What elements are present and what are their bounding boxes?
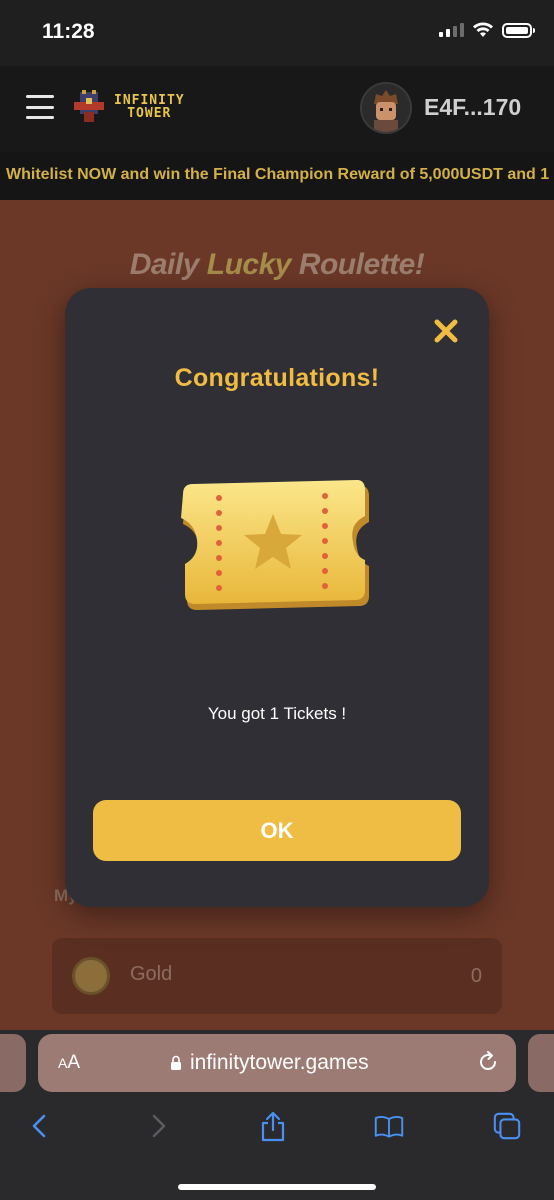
ok-button[interactable]: OK [93, 800, 461, 861]
logo-line2: TOWER [127, 106, 172, 121]
menu-icon[interactable] [26, 93, 54, 121]
site-logo[interactable]: INFINITY TOWER [70, 88, 185, 126]
gold-balance-row: Gold 0 [52, 938, 502, 1014]
reward-modal: Congratulations! You got 1 Tickets ! OK [65, 288, 489, 907]
aa-small: A [58, 1055, 68, 1071]
gold-coin-icon [72, 957, 110, 995]
ticker-text: Whitelist NOW and win the Final Champion… [6, 166, 550, 183]
lock-icon [171, 1055, 181, 1070]
modal-title: Congratulations! [174, 364, 380, 392]
title-part-daily: Daily [129, 248, 207, 281]
home-indicator[interactable] [178, 1184, 376, 1190]
back-icon[interactable] [24, 1110, 54, 1142]
reader-settings-button[interactable]: AA [58, 1052, 80, 1074]
close-icon[interactable] [433, 318, 459, 344]
wifi-icon [473, 22, 493, 37]
share-icon[interactable] [258, 1110, 288, 1142]
avatar-character-icon [362, 84, 410, 132]
battery-icon [502, 22, 535, 38]
status-icons [439, 22, 535, 38]
title-part-lucky: Lucky [206, 248, 292, 281]
forward-icon[interactable] [144, 1110, 174, 1142]
avatar[interactable] [360, 82, 412, 134]
browser-bottom-bar: AA infinitytower.games [0, 1030, 554, 1200]
next-tab-preview[interactable] [528, 1034, 554, 1092]
title-part-roulette: Roulette! [290, 248, 425, 281]
tower-emblem-icon [74, 90, 104, 122]
status-time: 11:28 [42, 20, 95, 43]
browser-toolbar [0, 1106, 554, 1150]
gold-value: 0 [470, 965, 482, 987]
logo-text: INFINITY TOWER [114, 94, 185, 120]
site-header: INFINITY TOWER E4F...170 [0, 66, 554, 152]
bookmarks-icon[interactable] [374, 1110, 404, 1142]
aa-big: A [67, 1052, 81, 1073]
modal-message: You got 1 Tickets ! [207, 704, 347, 723]
page-title: Daily Lucky Roulette! [0, 248, 554, 282]
reload-icon[interactable] [476, 1050, 500, 1074]
ticket-icon [181, 480, 369, 610]
url-text[interactable]: infinitytower.games [190, 1051, 369, 1075]
wallet-address[interactable]: E4F...170 [424, 94, 521, 121]
address-bar[interactable]: AA infinitytower.games [38, 1034, 516, 1092]
gold-label: Gold [130, 963, 173, 985]
previous-tab-preview[interactable] [0, 1034, 26, 1092]
cellular-signal-icon [439, 23, 464, 37]
tabs-icon[interactable] [492, 1110, 522, 1142]
status-bar: 11:28 [0, 0, 554, 66]
announcement-ticker: Whitelist NOW and win the Final Champion… [0, 152, 554, 200]
